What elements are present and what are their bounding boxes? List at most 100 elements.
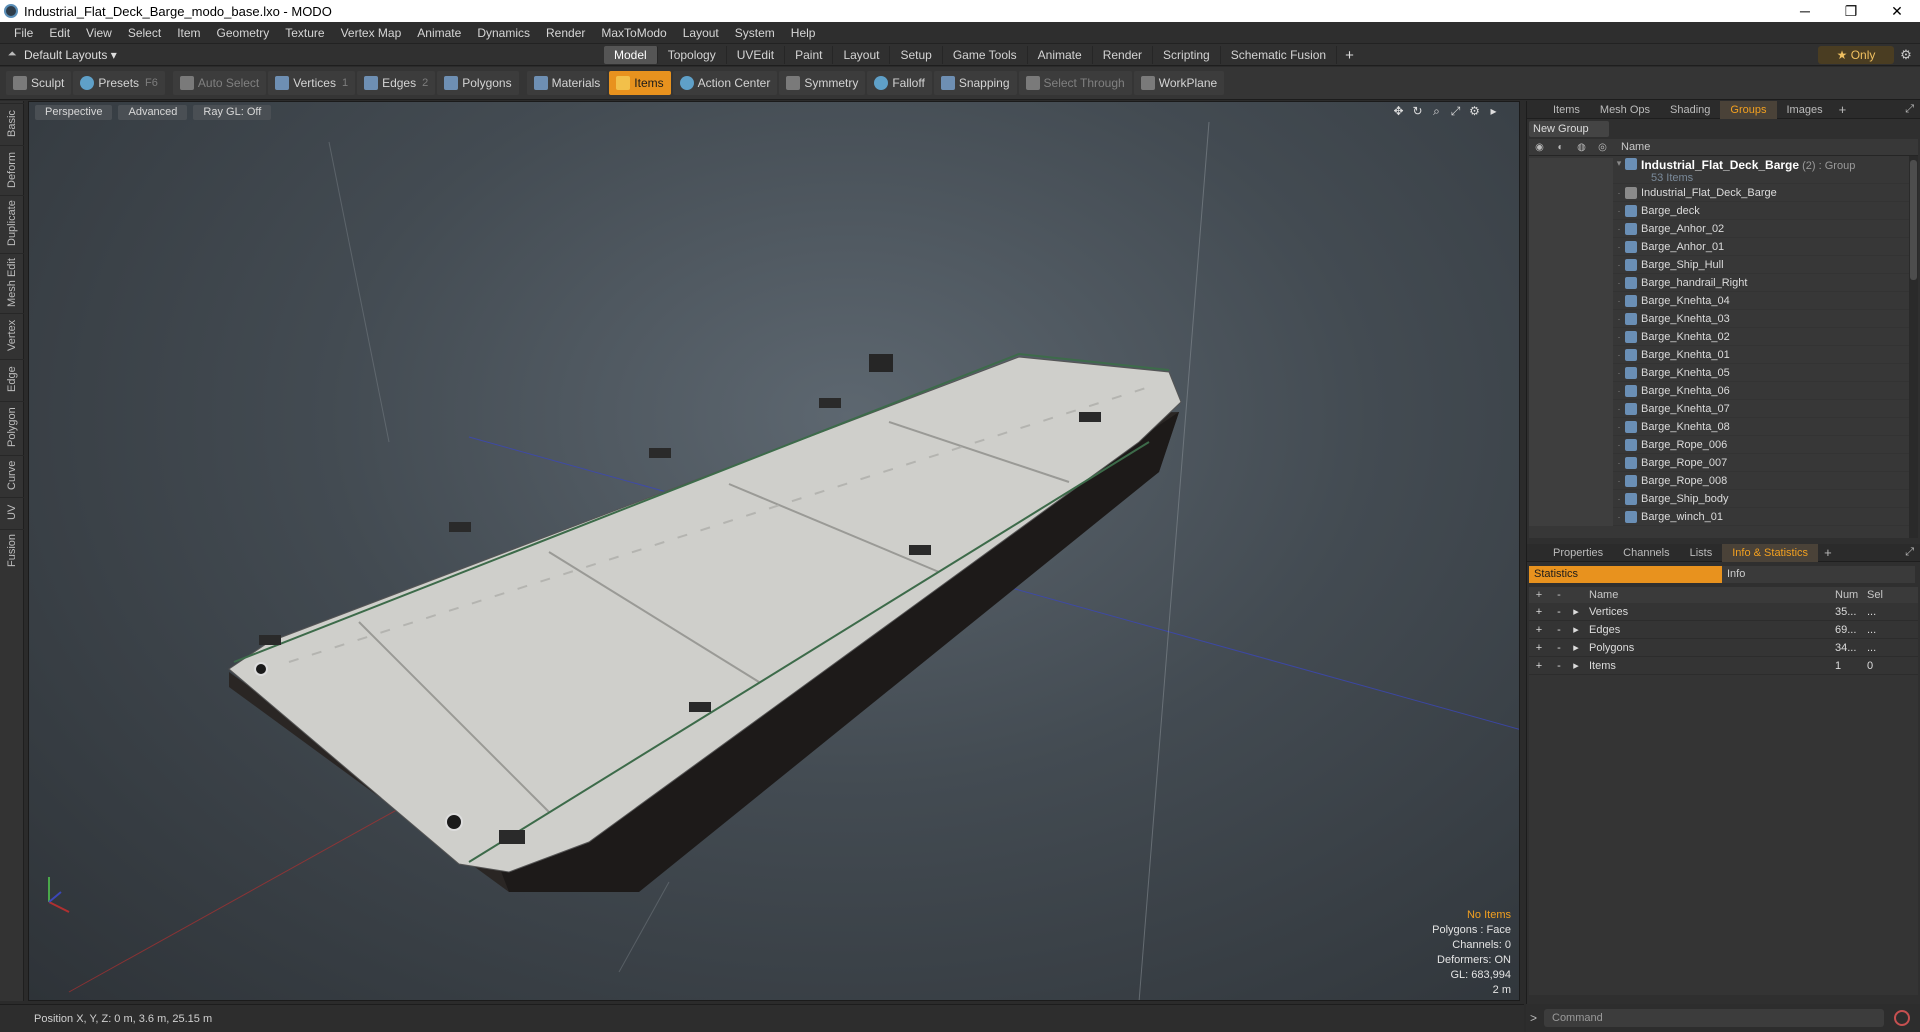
viewport-more-icon[interactable]: ▸ — [1484, 104, 1503, 119]
menu-texture[interactable]: Texture — [277, 26, 332, 40]
tab-mesh-ops[interactable]: Mesh Ops — [1590, 101, 1660, 119]
tab-lists[interactable]: Lists — [1680, 544, 1723, 562]
menu-animate[interactable]: Animate — [409, 26, 469, 40]
tab-images[interactable]: Images — [1777, 101, 1833, 119]
advanced-button[interactable]: Advanced — [118, 104, 188, 120]
list-item[interactable]: · Barge_handrail_Right — [1529, 273, 1918, 292]
edges-button[interactable]: Edges 2 — [357, 71, 436, 95]
list-item[interactable]: · Barge_Knehta_07 — [1529, 399, 1918, 418]
list-item[interactable]: · Barge_deck — [1529, 201, 1918, 220]
tab-items[interactable]: Items — [1543, 101, 1590, 119]
list-item[interactable]: · Barge_Knehta_03 — [1529, 309, 1918, 328]
tab-game-tools[interactable]: Game Tools — [943, 46, 1028, 64]
tab-groups[interactable]: Groups — [1720, 100, 1777, 119]
list-item[interactable]: · Barge_Knehta_08 — [1529, 417, 1918, 436]
tree-scrollbar-thumb[interactable] — [1910, 160, 1917, 280]
expand-arrow-icon[interactable]: ▸ — [1569, 623, 1583, 636]
remove-icon[interactable]: - — [1549, 624, 1569, 636]
tab-model[interactable]: Model — [604, 46, 658, 64]
list-item[interactable]: · Barge_Rope_007 — [1529, 453, 1918, 472]
tab-info-statistics[interactable]: Info & Statistics — [1722, 543, 1819, 562]
command-input[interactable] — [1544, 1009, 1884, 1027]
zoom-icon[interactable]: ⌕ — [1427, 104, 1446, 119]
lefttab-edge[interactable]: Edge — [0, 359, 24, 399]
table-row[interactable]: + - ▸ Items 1 0 — [1529, 657, 1918, 675]
list-item[interactable]: · Barge_Knehta_02 — [1529, 327, 1918, 346]
add-panel-tab-icon[interactable]: + — [1833, 102, 1853, 117]
visibility-eye-icon[interactable]: ◉ — [1529, 142, 1550, 153]
tree-scrollbar[interactable] — [1909, 156, 1918, 538]
lefttab-uv[interactable]: UV — [0, 497, 24, 527]
list-item[interactable]: · Barge_Rope_008 — [1529, 471, 1918, 490]
list-item[interactable]: · Barge_winch_01 — [1529, 507, 1918, 526]
tab-schematic-fusion[interactable]: Schematic Fusion — [1221, 46, 1338, 64]
menu-item[interactable]: Item — [169, 26, 208, 40]
pan-icon[interactable]: ✥ — [1389, 104, 1408, 119]
group-row[interactable]: ▾ Industrial_Flat_Deck_Barge (2) : Group… — [1529, 156, 1918, 186]
expand-arrow-icon[interactable]: ▸ — [1569, 641, 1583, 654]
tab-paint[interactable]: Paint — [785, 46, 834, 64]
minimize-button[interactable]: ─ — [1782, 0, 1828, 22]
tab-channels[interactable]: Channels — [1613, 544, 1679, 562]
falloff-button[interactable]: Falloff — [867, 71, 932, 95]
table-row[interactable]: + - ▸ Edges 69...... — [1529, 621, 1918, 639]
close-button[interactable]: ✕ — [1874, 0, 1920, 22]
select-icon[interactable]: ◎ — [1592, 142, 1613, 153]
list-item[interactable]: · Barge_Knehta_05 — [1529, 363, 1918, 382]
tab-layout[interactable]: Layout — [833, 46, 891, 64]
select-through-button[interactable]: Select Through — [1018, 71, 1132, 95]
menu-view[interactable]: View — [78, 26, 120, 40]
lock-icon[interactable]: ◍ — [1571, 142, 1592, 153]
rotate-icon[interactable]: ↻ — [1408, 104, 1427, 119]
menu-render[interactable]: Render — [538, 26, 593, 40]
tab-properties[interactable]: Properties — [1543, 544, 1613, 562]
add-icon[interactable]: + — [1529, 624, 1549, 636]
expand-stats-icon[interactable]: ⤢ — [1905, 546, 1914, 559]
subtab-info[interactable]: Info — [1722, 566, 1915, 583]
menu-select[interactable]: Select — [120, 26, 169, 40]
record-macro-icon[interactable] — [1894, 1010, 1910, 1026]
menu-dynamics[interactable]: Dynamics — [469, 26, 538, 40]
gear-icon[interactable]: ⚙ — [1896, 46, 1916, 64]
menu-vertex-map[interactable]: Vertex Map — [333, 26, 410, 40]
list-item[interactable]: · Industrial_Flat_Deck_Barge — [1529, 183, 1918, 202]
tab-uvedit[interactable]: UVEdit — [727, 46, 786, 64]
new-group-button[interactable]: New Group — [1529, 121, 1609, 137]
lefttab-polygon[interactable]: Polygon — [0, 401, 24, 453]
expand-arrow-icon[interactable]: ▸ — [1569, 605, 1583, 618]
remove-icon[interactable]: - — [1549, 589, 1569, 601]
menu-geometry[interactable]: Geometry — [209, 26, 278, 40]
add-icon[interactable]: + — [1529, 642, 1549, 654]
collapse-arrow-icon[interactable]: ▾ — [1613, 158, 1625, 169]
add-icon[interactable]: + — [1529, 660, 1549, 672]
menu-help[interactable]: Help — [783, 26, 824, 40]
presets-button[interactable]: Presets F6 — [73, 71, 165, 95]
menu-edit[interactable]: Edit — [41, 26, 78, 40]
table-row[interactable]: + - ▸ Vertices 35...... — [1529, 603, 1918, 621]
tab-setup[interactable]: Setup — [890, 46, 943, 64]
layout-dropdown[interactable]: Default Layouts ▾ — [24, 48, 144, 62]
list-item[interactable]: · Barge_Knehta_06 — [1529, 381, 1918, 400]
add-tab-icon[interactable]: + — [1337, 47, 1362, 64]
add-icon[interactable]: + — [1529, 606, 1549, 618]
menu-system[interactable]: System — [727, 26, 783, 40]
menu-maxtomodo[interactable]: MaxToModo — [593, 26, 674, 40]
viewport-gear-icon[interactable]: ⚙ — [1465, 104, 1484, 119]
sculpt-button[interactable]: Sculpt — [6, 71, 72, 95]
raygl-button[interactable]: Ray GL: Off — [193, 104, 272, 120]
menu-file[interactable]: File — [6, 26, 41, 40]
lefttab-deform[interactable]: Deform — [0, 145, 24, 193]
list-item[interactable]: · Barge_Rope_006 — [1529, 435, 1918, 454]
list-item[interactable]: · Barge_Knehta_04 — [1529, 291, 1918, 310]
list-item[interactable]: · Barge_Anhor_02 — [1529, 219, 1918, 238]
lefttab-basic[interactable]: Basic — [0, 103, 24, 143]
tab-topology[interactable]: Topology — [658, 46, 727, 64]
vertices-button[interactable]: Vertices 1 — [268, 71, 356, 95]
3d-viewport[interactable]: Perspective Advanced Ray GL: Off ✥ ↻ ⌕ ⤢… — [28, 101, 1520, 1001]
perspective-button[interactable]: Perspective — [35, 104, 113, 120]
tab-render[interactable]: Render — [1093, 46, 1154, 64]
lefttab-duplicate[interactable]: Duplicate — [0, 195, 24, 251]
auto-select-button[interactable]: Auto Select — [172, 71, 267, 95]
render-icon[interactable]: ◐ — [1550, 142, 1571, 153]
workplane-button[interactable]: WorkPlane — [1133, 71, 1225, 95]
